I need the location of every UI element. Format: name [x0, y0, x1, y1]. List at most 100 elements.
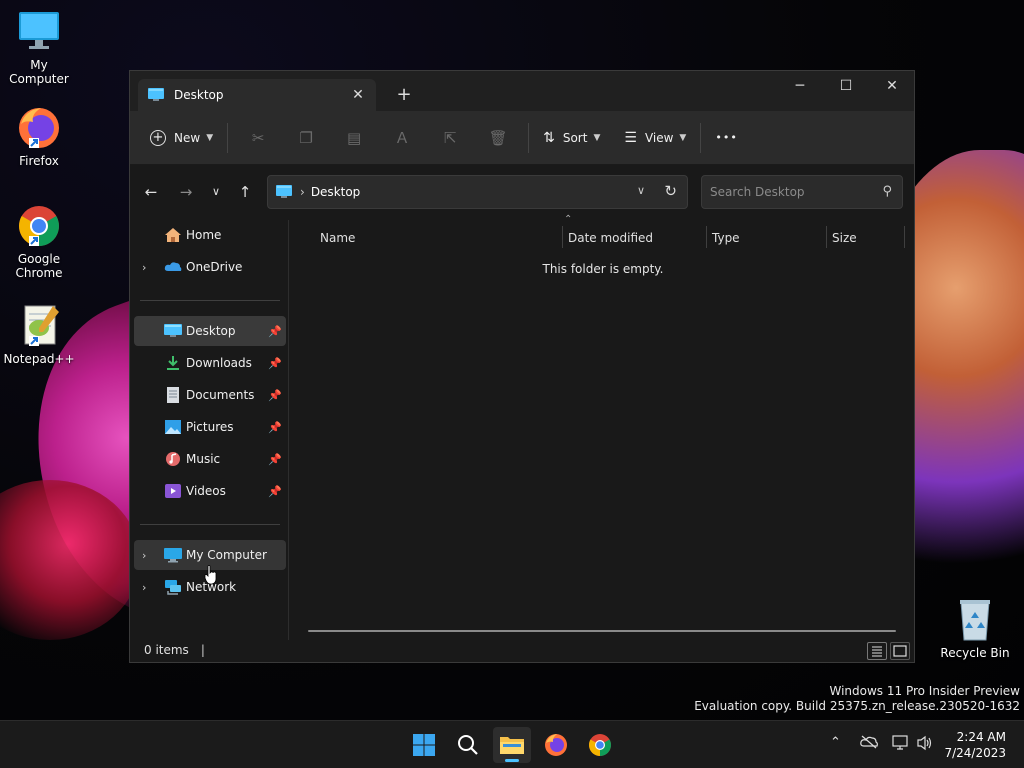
rename-icon[interactable]: Ａ: [378, 122, 426, 154]
clock-time: 2:24 AM: [956, 730, 1006, 744]
search-icon[interactable]: ⚲: [882, 184, 892, 199]
address-bar[interactable]: › Desktop ∨ ↻: [267, 175, 688, 209]
view-button-label: View: [644, 130, 674, 145]
desktop-icon-my-computer[interactable]: My Computer: [1, 8, 77, 86]
sidebar-item-label: My Computer: [186, 548, 267, 562]
firefox-icon: [545, 734, 567, 756]
large-icons-view-icon: [893, 645, 907, 657]
paste-icon[interactable]: ▤: [330, 122, 378, 154]
desktop-icon: [276, 185, 292, 198]
new-button[interactable]: + New ▼: [142, 122, 221, 154]
sidebar-item-desktop[interactable]: Desktop 📌: [134, 316, 286, 346]
column-header-type[interactable]: Type: [712, 226, 740, 250]
delete-icon[interactable]: 🗑: [474, 122, 522, 154]
new-tab-button[interactable]: +: [392, 83, 416, 107]
clock-date: 7/24/2023: [944, 746, 1006, 760]
sidebar-item-label: Videos: [186, 484, 226, 498]
minimize-button[interactable]: ─: [777, 71, 823, 101]
toolbar-separator: [700, 122, 702, 153]
column-header-name[interactable]: Name: [320, 226, 355, 250]
system-clock[interactable]: 2:24 AM 7/24/2023: [944, 729, 1006, 761]
pin-icon: 📌: [268, 388, 282, 402]
sidebar-item-home[interactable]: Home: [134, 220, 286, 250]
active-app-indicator: [505, 759, 519, 762]
desktop-icon-notepadpp[interactable]: Notepad++: [1, 302, 77, 366]
sidebar-item-pictures[interactable]: Pictures 📌: [134, 412, 286, 442]
desktop-icon-google-chrome[interactable]: Google Chrome: [1, 202, 77, 280]
desktop-icon-recycle-bin[interactable]: Recycle Bin: [937, 596, 1013, 660]
document-icon: [167, 387, 179, 403]
pin-icon: 📌: [268, 420, 282, 434]
watermark-line: Evaluation copy. Build 25375.zn_release.…: [694, 699, 1020, 713]
sidebar-item-label: Pictures: [186, 420, 234, 434]
breadcrumb-chevron-icon: ›: [300, 185, 305, 199]
firefox-taskbar-button[interactable]: [537, 727, 575, 763]
plus-circle-icon: +: [150, 129, 166, 146]
folder-icon: [500, 737, 524, 754]
pin-icon: 📌: [268, 356, 282, 370]
chevron-right-icon[interactable]: ›: [142, 549, 146, 562]
forward-arrow-icon[interactable]: →: [173, 179, 199, 205]
chevron-right-icon[interactable]: ›: [142, 261, 146, 274]
back-arrow-icon[interactable]: ←: [138, 179, 164, 205]
more-options-button[interactable]: •••: [707, 122, 745, 154]
item-count: 0 items: [144, 643, 189, 657]
share-icon[interactable]: ⇱: [426, 122, 474, 154]
sidebar-item-videos[interactable]: Videos 📌: [134, 476, 286, 506]
chevron-right-icon[interactable]: ›: [142, 581, 146, 594]
sidebar-item-label: Documents: [186, 388, 255, 402]
close-button[interactable]: ✕: [869, 71, 915, 101]
computer-icon: [164, 548, 182, 563]
tab-title: Desktop: [174, 88, 224, 102]
pane-splitter[interactable]: [288, 220, 289, 640]
column-divider[interactable]: [826, 226, 827, 248]
network-status-icon[interactable]: [892, 735, 910, 755]
desktop-icon: [164, 324, 182, 337]
sidebar-item-downloads[interactable]: Downloads 📌: [134, 348, 286, 378]
onedrive-offline-icon[interactable]: [860, 735, 878, 753]
sidebar-item-music[interactable]: Music 📌: [134, 444, 286, 474]
column-divider[interactable]: [562, 226, 563, 248]
column-divider[interactable]: [706, 226, 707, 248]
search-button[interactable]: [449, 727, 487, 763]
show-hidden-icons-chevron-icon[interactable]: ⌃: [830, 735, 841, 750]
address-dropdown-chevron-icon[interactable]: ∨: [637, 184, 645, 197]
details-view-button[interactable]: [867, 642, 887, 660]
windows-logo-icon: [413, 734, 435, 756]
search-box[interactable]: ⚲: [701, 175, 903, 209]
recent-locations-chevron-icon[interactable]: ∨: [203, 179, 229, 205]
sidebar-item-documents[interactable]: Documents 📌: [134, 380, 286, 410]
computer-icon: [15, 8, 63, 56]
tab-desktop[interactable]: Desktop ✕: [138, 79, 376, 111]
column-header-size[interactable]: Size: [832, 226, 857, 250]
cut-icon[interactable]: ✂: [234, 122, 282, 154]
column-header-date-modified[interactable]: Date modified: [568, 226, 653, 250]
desktop-icon-label: My Computer: [9, 58, 69, 86]
chrome-taskbar-button[interactable]: [581, 727, 619, 763]
view-list-icon: ☰: [624, 129, 637, 146]
close-tab-icon[interactable]: ✕: [348, 85, 368, 105]
desktop-icon-firefox[interactable]: Firefox: [1, 104, 77, 168]
sidebar-item-label: OneDrive: [186, 260, 243, 274]
sidebar-item-onedrive[interactable]: › OneDrive: [134, 252, 286, 282]
refresh-icon[interactable]: ↻: [664, 182, 677, 200]
status-separator: |: [200, 643, 205, 657]
file-list: ⌃ Name Date modified Type Size This fold…: [290, 214, 916, 640]
chevron-down-icon: ▼: [593, 132, 601, 143]
breadcrumb[interactable]: Desktop: [311, 185, 361, 199]
chevron-down-icon: ▼: [206, 132, 214, 143]
volume-icon[interactable]: [916, 735, 934, 755]
column-divider[interactable]: [904, 226, 905, 248]
maximize-button[interactable]: ☐: [823, 71, 869, 101]
sort-button[interactable]: ⇅ Sort ▼: [535, 122, 608, 154]
desktop-icon-label: Google Chrome: [15, 252, 63, 280]
search-input[interactable]: [702, 176, 862, 208]
horizontal-scrollbar[interactable]: [308, 630, 896, 632]
start-button[interactable]: [405, 727, 443, 763]
file-explorer-taskbar-button[interactable]: [493, 727, 531, 763]
sidebar-divider: [140, 524, 280, 525]
up-arrow-icon[interactable]: ↑: [232, 179, 258, 205]
tiles-view-button[interactable]: [890, 642, 910, 660]
copy-icon[interactable]: ❐: [282, 122, 330, 154]
view-button[interactable]: ☰ View ▼: [616, 122, 694, 154]
